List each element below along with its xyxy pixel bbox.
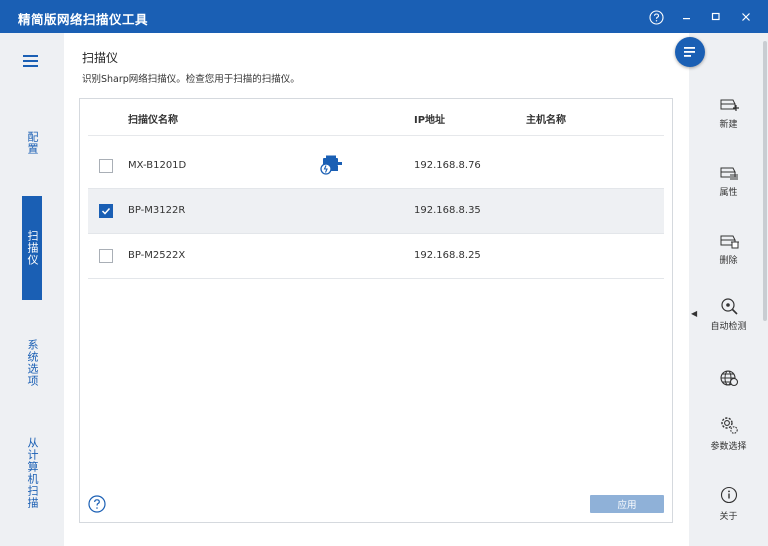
page-title: 扫描仪: [82, 51, 119, 65]
nav-item-label: 配置: [26, 131, 39, 155]
window-title: 精简版网络扫描仪工具: [18, 12, 149, 27]
maximize-button[interactable]: [706, 7, 726, 27]
nav-item-scanners[interactable]: 扫描仪: [22, 196, 42, 300]
info-icon: [720, 486, 737, 504]
minimize-icon: [683, 18, 690, 20]
close-button[interactable]: [736, 7, 756, 27]
close-icon: [742, 13, 750, 21]
auto-detect-icon: [720, 298, 738, 315]
gear-icon: [720, 417, 738, 434]
minimize-button[interactable]: [677, 7, 697, 27]
table-row[interactable]: BP-M2522X 192.168.8.25: [88, 234, 664, 279]
apply-button[interactable]: 应用: [590, 495, 664, 513]
menu-fab-button[interactable]: [675, 37, 705, 67]
delete-button[interactable]: 删除: [689, 231, 768, 266]
scanner-properties-icon: [720, 167, 738, 180]
table-header: 扫描仪名称 IP地址 主机名称: [88, 99, 664, 136]
new-button[interactable]: 新建: [689, 95, 768, 130]
autodetect-label: 自动检测: [710, 322, 747, 332]
nav-item-configuration[interactable]: 配置: [22, 108, 42, 178]
autodetect-button[interactable]: 自动检测: [689, 297, 768, 332]
new-label: 新建: [719, 120, 738, 130]
nav-item-label: 从计算机扫描: [26, 437, 39, 509]
table-row[interactable]: BP-M3122R 192.168.8.35: [88, 189, 664, 234]
scanner-ip: 192.168.8.76: [414, 160, 481, 171]
scanner-name: BP-M3122R: [128, 205, 186, 216]
about-button[interactable]: 关于: [689, 485, 768, 522]
scanner-ip: 192.168.8.35: [414, 205, 481, 216]
row-checkbox[interactable]: [99, 249, 113, 263]
scanner-device-icon: [320, 155, 344, 177]
add-scanner-icon: [720, 99, 739, 111]
parameters-button[interactable]: 参数选择: [689, 415, 768, 452]
right-toolbar: ◀ 新建 属性 删除 自动检测 参数选择 关于: [689, 33, 768, 546]
parameters-label: 参数选择: [710, 442, 747, 452]
column-header-ip[interactable]: IP地址: [414, 111, 445, 126]
maximize-icon: [711, 12, 720, 21]
checkmark-icon: [101, 207, 111, 215]
main-content: 扫描仪 识别Sharp网络扫描仪。检查您用于扫描的扫描仪。 扫描仪名称 IP地址…: [64, 33, 689, 546]
scanner-name: BP-M2522X: [128, 250, 186, 261]
scanner-ip: 192.168.8.25: [414, 250, 481, 261]
table-row[interactable]: MX-B1201D 192.168.8.76: [88, 144, 664, 189]
help-icon: [648, 9, 664, 25]
list-menu-icon: [684, 47, 695, 57]
delete-label: 删除: [719, 256, 738, 266]
help-button[interactable]: [88, 495, 106, 513]
menu-button[interactable]: [21, 53, 43, 69]
row-checkbox[interactable]: [99, 159, 113, 173]
left-navigation: 配置 扫描仪 系统选项 从计算机扫描: [0, 33, 64, 546]
about-label: 关于: [719, 512, 738, 522]
hamburger-icon: [23, 55, 38, 67]
help-icon: [88, 495, 106, 513]
scanner-list-panel: 扫描仪名称 IP地址 主机名称 MX-B1201D 192.168.8.76 B…: [79, 98, 673, 523]
title-bar: 精简版网络扫描仪工具: [0, 0, 768, 33]
properties-button[interactable]: 属性: [689, 163, 768, 198]
column-header-host[interactable]: 主机名称: [526, 111, 566, 126]
nav-item-label: 系统选项: [26, 339, 39, 387]
network-button[interactable]: [689, 368, 768, 388]
column-header-name[interactable]: 扫描仪名称: [128, 111, 178, 126]
nav-item-system-options[interactable]: 系统选项: [22, 318, 42, 408]
row-checkbox[interactable]: [99, 204, 113, 218]
scanner-name: MX-B1201D: [128, 160, 187, 171]
page-description: 识别Sharp网络扫描仪。检查您用于扫描的扫描仪。: [82, 74, 300, 85]
nav-item-label: 扫描仪: [26, 230, 39, 266]
help-window-button[interactable]: [646, 7, 666, 27]
delete-scanner-icon: [720, 235, 739, 249]
nav-item-scan-from-computer[interactable]: 从计算机扫描: [22, 418, 42, 528]
globe-icon: [719, 370, 738, 387]
properties-label: 属性: [719, 188, 738, 198]
